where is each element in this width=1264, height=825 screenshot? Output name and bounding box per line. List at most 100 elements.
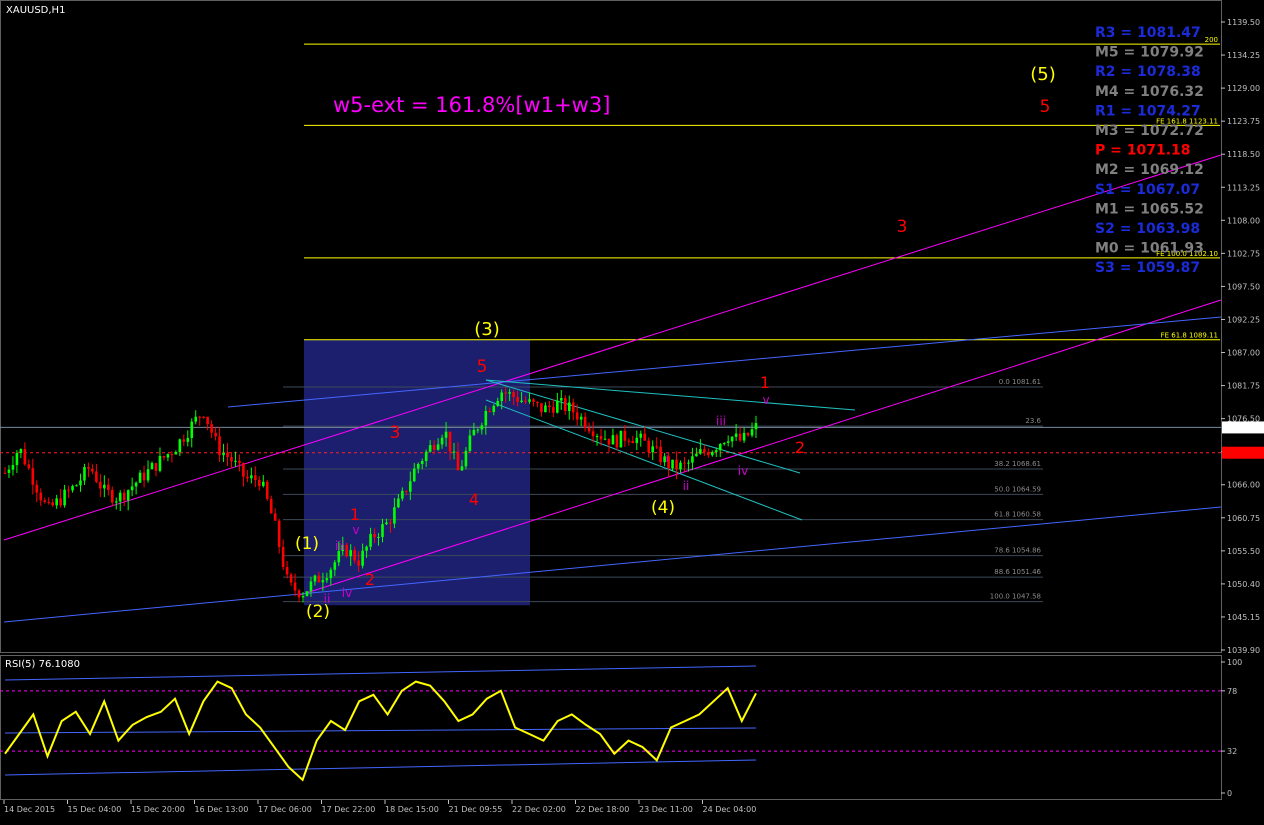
candle-body [750, 429, 754, 436]
candle-body [369, 533, 372, 547]
fib-retracement-label: 100.0 1047.58 [990, 593, 1041, 601]
pivot-level-label: P = 1071.18 [1095, 143, 1191, 159]
wave-label: ii [683, 479, 690, 493]
candle-body [699, 449, 702, 454]
candle-body [293, 582, 297, 591]
candle-body [440, 437, 444, 445]
candle-body [79, 480, 82, 486]
candle-body [15, 452, 19, 466]
candle-body [357, 560, 360, 566]
time-tick-label: 23 Dec 11:00 [639, 805, 693, 814]
candle-body [47, 501, 51, 503]
candle-body [707, 452, 710, 456]
candle-body [130, 486, 134, 491]
time-tick-label: 21 Dec 09:55 [449, 805, 503, 814]
candle-body [269, 498, 273, 514]
candle-body [611, 435, 615, 445]
candle-body [166, 454, 170, 458]
candle-body [583, 416, 587, 428]
candle-body [393, 507, 396, 524]
candle-body [631, 440, 635, 444]
time-tick-label: 17 Dec 22:00 [322, 805, 376, 814]
candle-body [536, 401, 539, 404]
fib-retracement-label: 78.6 1054.86 [994, 547, 1041, 555]
candle-body [472, 429, 476, 436]
fib-retracement-label: 88.6 1051.46 [994, 568, 1041, 576]
rsi-tick-label: 100 [1227, 658, 1242, 667]
candle-body [754, 423, 758, 430]
chart-canvas[interactable]: 200FE 161.8 1123.11FE 100.0 1102.10FE 61… [0, 0, 1264, 821]
pivot-level-label: M5 = 1079.92 [1095, 45, 1204, 61]
candle-body [154, 463, 158, 471]
wave-label: ii [324, 592, 331, 606]
candle-body [559, 398, 563, 401]
candle-body [508, 392, 511, 394]
candle-body [742, 432, 746, 441]
price-tick-label: 1134.25 [1227, 51, 1260, 60]
price-tick-label: 1092.25 [1227, 315, 1260, 324]
fib-expansion-label: FE 61.8 1089.11 [1161, 332, 1218, 340]
candle-body [623, 430, 627, 441]
candle-body [599, 436, 603, 440]
candle-body [639, 433, 643, 438]
time-tick-label: 24 Dec 04:00 [703, 805, 757, 814]
fib-retracement-label: 61.8 1060.58 [994, 511, 1041, 519]
candle-body [55, 498, 58, 506]
candle-body [710, 452, 714, 456]
candle-body [679, 462, 682, 470]
time-tick-label: 22 Dec 02:00 [512, 805, 566, 814]
candle-body [544, 405, 547, 413]
blue-trendline-lower [3, 506, 1222, 623]
candle-body [397, 498, 400, 508]
candle-body [730, 436, 734, 442]
candle-body [714, 450, 718, 453]
candle-body [285, 567, 289, 575]
candle-body [95, 471, 98, 482]
candle-body [695, 453, 698, 457]
candle-body [484, 411, 488, 426]
candle-body [329, 569, 333, 579]
candle-body [607, 438, 611, 445]
candle-body [234, 460, 237, 462]
candle-body [134, 482, 138, 487]
wave-label: iv [738, 464, 748, 478]
candle-body [389, 522, 392, 524]
candle-body [297, 590, 301, 598]
wave-three-zone [304, 339, 530, 606]
candle-body [242, 463, 245, 477]
time-tick-label: 14 Dec 2015 [4, 805, 55, 814]
candle-body [178, 439, 182, 452]
candle-body [99, 481, 102, 489]
candle-body [492, 405, 496, 412]
candle-body [265, 481, 269, 499]
candle-body [138, 472, 142, 483]
price-tick-label: 1039.90 [1227, 646, 1260, 655]
candle-body [381, 524, 384, 538]
rsi-band-lower [4, 759, 757, 776]
candle-body [114, 501, 118, 503]
candle-body [365, 546, 368, 551]
wave-label: iii [335, 539, 345, 553]
pivot-level-label: S2 = 1063.98 [1095, 221, 1200, 237]
candle-body [317, 575, 321, 583]
candle-body [476, 429, 480, 431]
candle-body [218, 436, 221, 456]
pivot-level-label: M3 = 1072.72 [1095, 123, 1204, 139]
pivot-price-badge [1222, 446, 1264, 459]
candle-body [150, 463, 154, 470]
candle-body [532, 399, 535, 402]
candle-body [170, 454, 174, 456]
candle-body [651, 446, 654, 453]
candle-body [385, 522, 388, 525]
price-tick-label: 1123.75 [1227, 117, 1260, 126]
candle-body [540, 403, 543, 413]
candle-body [738, 433, 742, 441]
candle-body [591, 431, 595, 437]
rsi-tick-label: 32 [1227, 747, 1237, 756]
candle-body [420, 461, 424, 464]
rsi-band-middle [4, 727, 757, 734]
candle-body [373, 533, 376, 538]
candle-body [23, 449, 27, 465]
chart-window[interactable]: 200 FE 161.8 1123.11 FE 100.0 1102.10 FE 61… [0, 0, 1264, 821]
time-tick-label: 17 Dec 06:00 [258, 805, 312, 814]
